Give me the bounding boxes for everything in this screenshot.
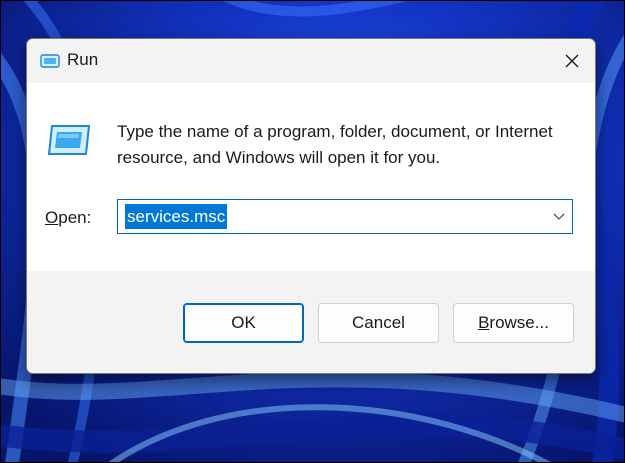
browse-button[interactable]: Browse...	[453, 303, 574, 343]
dialog-content: Type the name of a program, folder, docu…	[27, 83, 595, 271]
run-program-icon	[47, 125, 91, 155]
close-icon	[565, 54, 579, 68]
title-bar[interactable]: Run	[27, 39, 595, 83]
ok-button-label: OK	[231, 313, 256, 332]
window-title: Run	[67, 50, 99, 69]
ok-button[interactable]: OK	[183, 303, 304, 343]
run-dialog: Run Type the name of a program, folder, …	[26, 38, 596, 374]
open-label: Open:	[45, 208, 91, 228]
open-input[interactable]: services.msc	[125, 204, 228, 229]
run-icon	[40, 54, 60, 68]
cancel-button-label: Cancel	[352, 313, 405, 332]
cancel-button[interactable]: Cancel	[318, 303, 439, 343]
open-combobox[interactable]: services.msc	[117, 199, 573, 234]
button-bar: OK Cancel Browse...	[27, 271, 595, 373]
browse-button-accelerator: B	[478, 313, 490, 332]
open-label-text: pen:	[58, 208, 92, 227]
close-button[interactable]	[549, 39, 595, 83]
description-text: Type the name of a program, folder, docu…	[117, 122, 553, 167]
desktop: Run Type the name of a program, folder, …	[0, 0, 625, 463]
open-label-accelerator: O	[45, 208, 59, 227]
browse-button-label: rowse...	[489, 313, 549, 332]
chevron-down-icon[interactable]	[552, 210, 566, 222]
